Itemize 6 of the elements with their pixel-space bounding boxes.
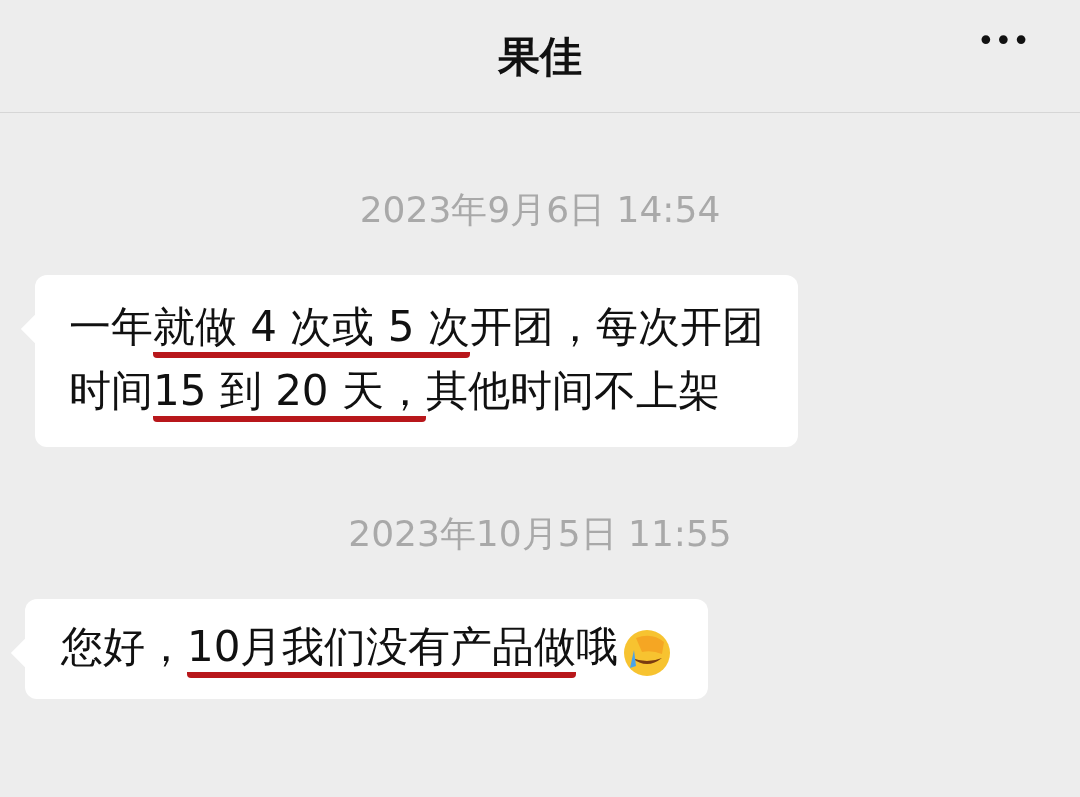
message-text: 一年就做 4 次或 5 次开团，每次开团 时间15 到 20 天，其他时间不上架	[69, 295, 764, 427]
message-text: 您好，10月我们没有产品做哦	[61, 615, 619, 683]
more-menu-button[interactable]: •••	[976, 26, 1030, 56]
timestamp: 2023年10月5日 11:55	[348, 513, 732, 554]
chat-title: 果佳	[498, 30, 582, 83]
timestamp: 2023年9月6日 14:54	[359, 189, 721, 230]
